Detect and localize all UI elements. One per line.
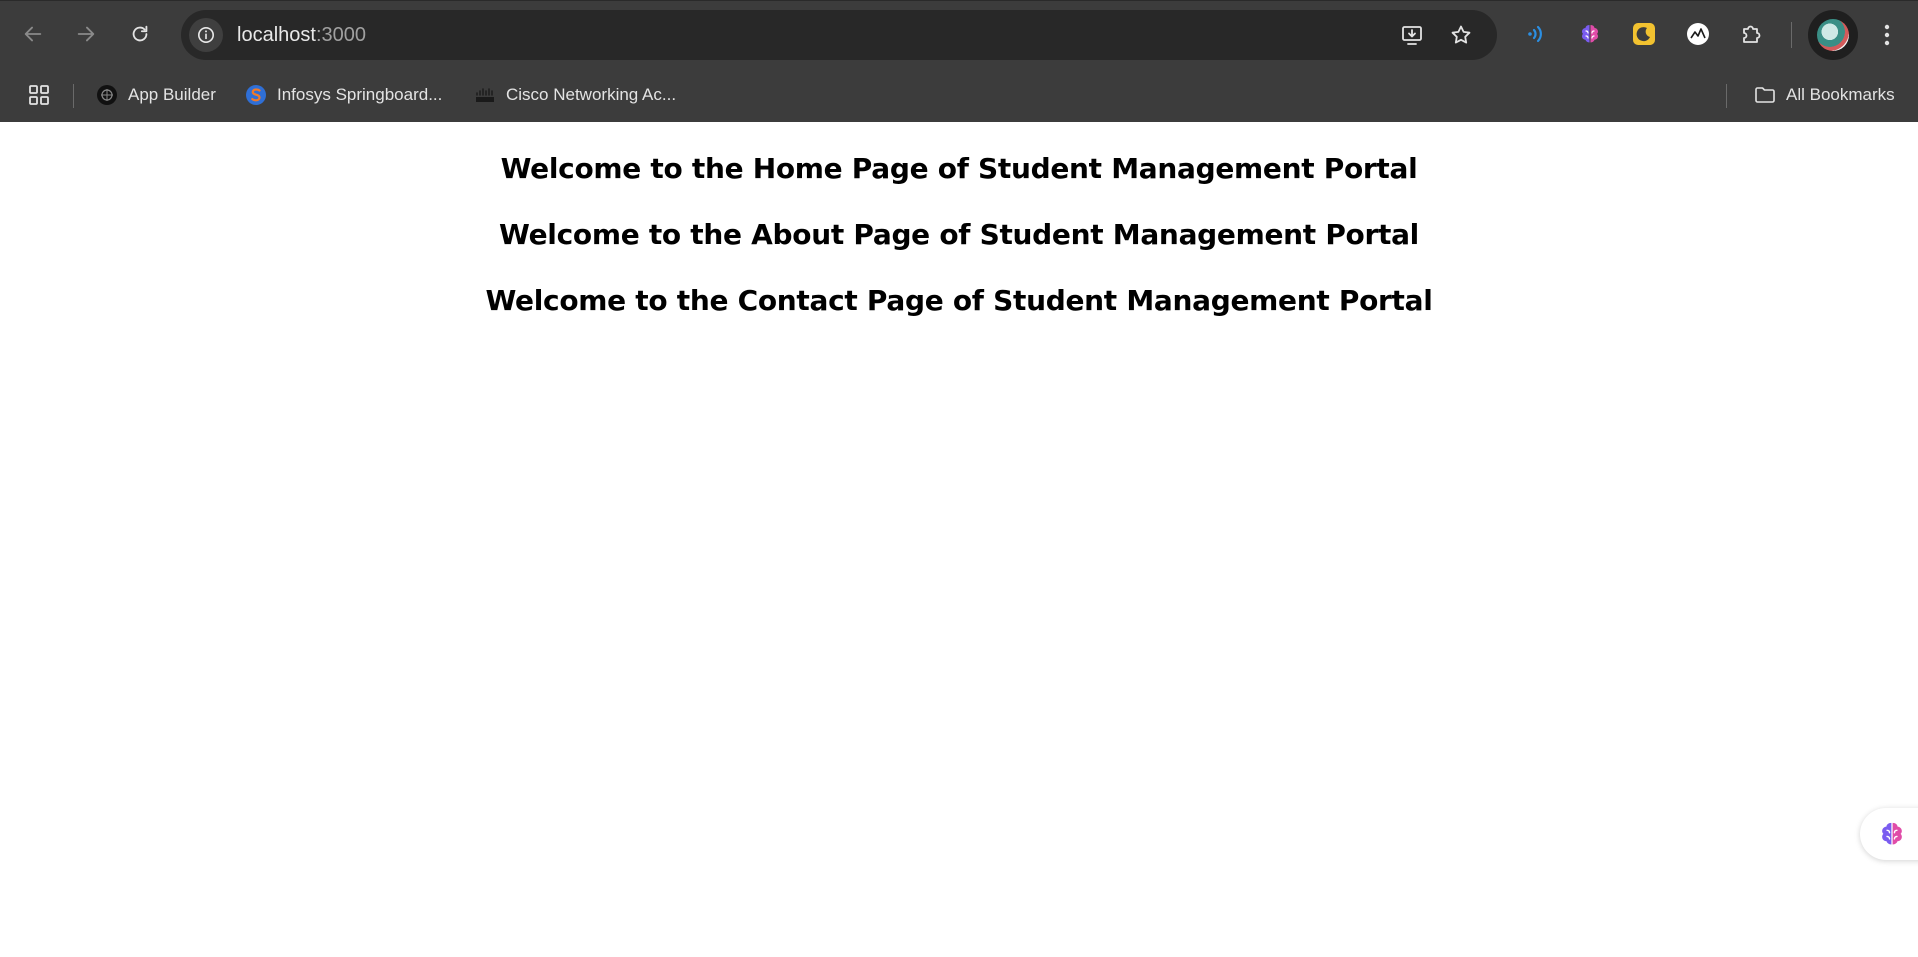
extension-brain[interactable] <box>1576 20 1604 48</box>
chart-circle-icon <box>1687 23 1709 45</box>
browser-toolbar: localhost:3000 <box>0 0 1918 70</box>
back-button[interactable] <box>15 16 51 52</box>
install-app-button[interactable] <box>1399 22 1425 48</box>
extension-sound[interactable] <box>1522 20 1550 48</box>
bookmarks-right-divider <box>1726 84 1727 108</box>
address-bar[interactable]: localhost:3000 <box>181 10 1497 60</box>
puzzle-icon <box>1743 25 1761 43</box>
kebab-menu-icon <box>1884 24 1890 46</box>
brain-icon <box>1882 822 1902 845</box>
avatar <box>1817 19 1849 51</box>
bookmark-label: Cisco Networking Ac... <box>506 85 677 104</box>
page-content: Welcome to the Home Page of Student Mana… <box>0 122 1918 957</box>
apps-grid-icon <box>29 85 49 105</box>
all-bookmarks-button[interactable]: All Bookmarks <box>1754 80 1895 110</box>
apps-button[interactable] <box>26 82 52 108</box>
url-port: :3000 <box>315 24 366 46</box>
browser-menu-button[interactable] <box>1872 18 1902 52</box>
contact-page-heading: Welcome to the Contact Page of Student M… <box>485 284 1433 317</box>
folder-icon <box>1754 84 1776 106</box>
reload-icon <box>132 25 148 42</box>
star-icon <box>1451 25 1471 44</box>
app-builder-icon <box>96 84 118 106</box>
about-page-heading: Welcome to the About Page of Student Man… <box>499 218 1419 251</box>
url-host: localhost <box>237 24 316 46</box>
arrow-left-icon <box>24 26 42 42</box>
springboard-icon <box>245 84 267 106</box>
extension-moon[interactable] <box>1630 20 1658 48</box>
sound-waves-icon <box>1528 25 1542 43</box>
home-page-heading: Welcome to the Home Page of Student Mana… <box>500 152 1418 185</box>
toolbar-divider <box>1791 22 1792 48</box>
cisco-icon <box>474 84 496 106</box>
site-info-button[interactable] <box>189 18 223 52</box>
reload-button[interactable] <box>122 16 158 52</box>
bookmark-label: App Builder <box>128 85 216 104</box>
url-text[interactable]: localhost:3000 <box>237 10 366 60</box>
moon-badge-icon <box>1633 23 1655 45</box>
bookmark-star-button[interactable] <box>1448 22 1474 48</box>
install-app-icon <box>1402 26 1422 45</box>
bookmark-app-builder[interactable]: App Builder <box>96 80 216 110</box>
all-bookmarks-label: All Bookmarks <box>1786 85 1895 104</box>
bookmarks-divider <box>73 84 74 108</box>
extension-chart[interactable] <box>1684 20 1712 48</box>
extensions-menu-button[interactable] <box>1738 20 1766 48</box>
floating-extension-button[interactable] <box>1860 808 1918 860</box>
info-icon <box>197 26 215 44</box>
bookmark-label: Infosys Springboard... <box>277 85 443 104</box>
forward-button[interactable] <box>68 16 104 52</box>
profile-button[interactable] <box>1808 10 1858 60</box>
bookmark-cisco-networking[interactable]: Cisco Networking Ac... <box>474 80 676 110</box>
brain-icon <box>1582 25 1598 43</box>
bookmarks-bar: App Builder Infosys Springboard... Cisco… <box>0 70 1918 122</box>
bookmark-infosys-springboard[interactable]: Infosys Springboard... <box>245 80 442 110</box>
arrow-right-icon <box>77 26 95 42</box>
